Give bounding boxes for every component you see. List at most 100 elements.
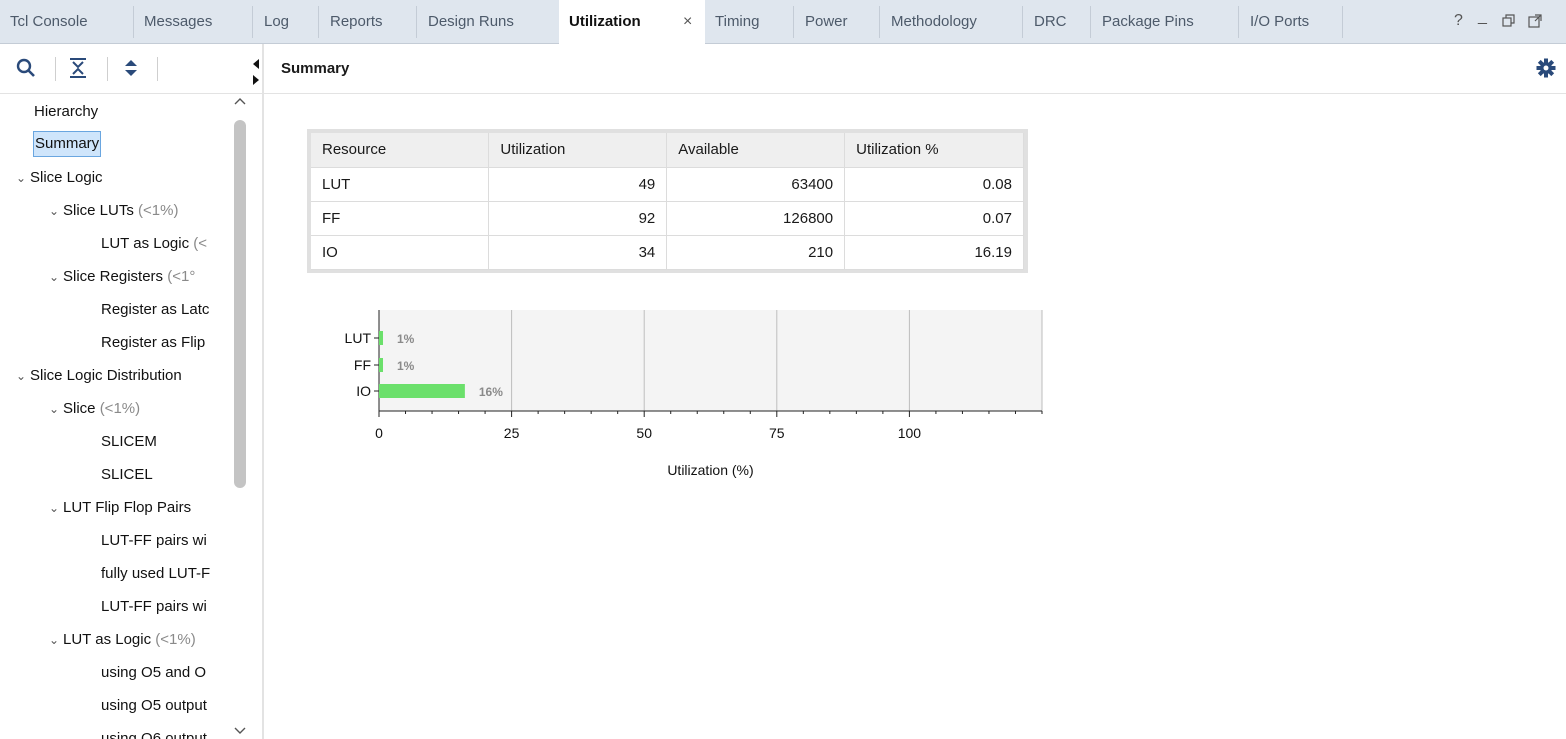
tree-item-using-o6-output[interactable]: using O6 output xyxy=(101,726,207,739)
tree-item-label: LUT-FF pairs wi xyxy=(101,532,207,549)
tree-item-slice-logic[interactable]: ⌄ Slice Logic xyxy=(16,165,103,191)
y-tick-label: IO xyxy=(356,383,371,399)
tree-item-label: LUT-FF pairs wi xyxy=(101,598,207,615)
scroll-down-icon[interactable] xyxy=(234,726,246,739)
tree-item-label: Summary xyxy=(35,135,100,152)
column-header-resource[interactable]: Resource xyxy=(311,133,490,168)
table-cell-utilization: 92 xyxy=(488,201,668,236)
table-cell-resource: LUT xyxy=(311,167,490,202)
tab-drc[interactable]: DRC xyxy=(1024,0,1067,44)
tree-item-label: LUT Flip Flop Pairs xyxy=(63,499,192,516)
tree-item-label: Slice xyxy=(63,400,96,417)
close-tab-icon[interactable]: × xyxy=(683,0,692,44)
tab-reports[interactable]: Reports xyxy=(320,0,383,44)
data-label: 16% xyxy=(479,385,503,399)
tab-package-pins[interactable]: Package Pins xyxy=(1092,0,1194,44)
bar xyxy=(379,384,465,398)
tree-item-label: SLICEL xyxy=(101,466,153,483)
tree-item-label: using O6 output xyxy=(101,730,207,739)
tree-item-slice-registers[interactable]: ⌄ Slice Registers (<1° xyxy=(49,264,195,290)
tree-item-lut-ff-pairs-1[interactable]: LUT-FF pairs wi xyxy=(101,528,207,554)
column-header-utilization[interactable]: Utilization xyxy=(488,133,668,168)
data-label: 1% xyxy=(397,332,415,346)
tab-label: Design Runs xyxy=(428,13,514,30)
tree-item-label: SLICEM xyxy=(101,433,157,450)
column-header-utilization-pct[interactable]: Utilization % xyxy=(844,133,1024,168)
tree-item-percent: (<1%) xyxy=(155,631,196,648)
scrollbar-thumb[interactable] xyxy=(234,120,246,488)
table-cell-resource: FF xyxy=(311,201,490,236)
tab-timing[interactable]: Timing xyxy=(705,0,759,44)
tree-item-hierarchy[interactable]: Hierarchy xyxy=(34,99,98,125)
panel-splitter[interactable] xyxy=(262,44,264,739)
chevron-down-icon[interactable]: ⌄ xyxy=(49,198,63,224)
tree-item-lut-as-logic-2[interactable]: ⌄ LUT as Logic (<1%) xyxy=(49,627,196,653)
tree-item-lut-ff-pairs-2[interactable]: LUT-FF pairs wi xyxy=(101,594,207,620)
tree-item-slice[interactable]: ⌄ Slice (<1%) xyxy=(49,396,140,422)
tab-methodology[interactable]: Methodology xyxy=(881,0,977,44)
tree-item-percent: (< xyxy=(193,235,208,252)
tab-io-ports[interactable]: I/O Ports xyxy=(1240,0,1309,44)
scroll-up-icon[interactable] xyxy=(234,96,246,109)
tree-item-slicel[interactable]: SLICEL xyxy=(101,462,153,488)
tab-label: Package Pins xyxy=(1102,13,1194,30)
tab-log[interactable]: Log xyxy=(254,0,289,44)
search-icon[interactable] xyxy=(16,58,36,81)
tree-item-slicem[interactable]: SLICEM xyxy=(101,429,157,455)
tree-item-percent: (<1° xyxy=(167,268,196,285)
x-tick-label: 100 xyxy=(898,425,922,441)
table-cell-utilization-pct: 16.19 xyxy=(844,235,1024,270)
chevron-down-icon[interactable]: ⌄ xyxy=(49,495,63,521)
bar xyxy=(379,331,383,345)
tab-power[interactable]: Power xyxy=(795,0,848,44)
gear-icon[interactable] xyxy=(1536,58,1556,81)
tree-item-slice-luts[interactable]: ⌄ Slice LUTs (<1%) xyxy=(49,198,178,224)
chevron-down-icon[interactable]: ⌄ xyxy=(49,396,63,422)
utilization-bar-chart: 0 25 50 75 100 LUT 1% FF 1% IO 16% Utilization (%) xyxy=(345,310,1043,478)
tree-item-lut-flip-flop-pairs[interactable]: ⌄ LUT Flip Flop Pairs xyxy=(49,495,191,521)
chevron-down-icon[interactable]: ⌄ xyxy=(49,627,63,653)
report-tree: Hierarchy Summary ⌄ Slice Logic ⌄ Slice LU… xyxy=(0,95,232,739)
chevron-down-icon[interactable]: ⌄ xyxy=(16,165,30,191)
table-cell-resource: IO xyxy=(311,235,490,270)
tab-utilization[interactable]: Utilization × xyxy=(559,0,705,45)
table-cell-available: 63400 xyxy=(666,167,846,202)
x-tick-label: 25 xyxy=(504,425,520,441)
minimize-icon[interactable]: _ xyxy=(1478,8,1487,26)
tree-item-register-as-flip-flop[interactable]: Register as Flip xyxy=(101,330,205,356)
help-icon[interactable]: ? xyxy=(1454,12,1463,30)
tab-design-runs[interactable]: Design Runs xyxy=(418,0,514,44)
tree-item-lut-as-logic[interactable]: LUT as Logic (< xyxy=(101,231,207,257)
table-row[interactable]: IO 34 210 16.19 xyxy=(311,235,1024,270)
tab-label: Log xyxy=(264,13,290,30)
chevron-down-icon[interactable]: ⌄ xyxy=(16,363,30,389)
page-title: Summary xyxy=(281,60,350,77)
expand-all-icon[interactable] xyxy=(122,58,140,81)
table-row[interactable]: LUT 49 63400 0.08 xyxy=(311,167,1024,202)
tree-item-using-o5-output[interactable]: using O5 output xyxy=(101,693,207,719)
table-cell-utilization-pct: 0.08 xyxy=(844,167,1024,202)
chevron-down-icon[interactable]: ⌄ xyxy=(49,264,63,290)
tab-tcl-console[interactable]: Tcl Console xyxy=(0,0,88,44)
restore-icon[interactable] xyxy=(1502,14,1516,33)
collapse-panel-icon[interactable] xyxy=(252,58,260,90)
tab-label: Power xyxy=(805,13,848,30)
tree-item-summary[interactable]: Summary xyxy=(33,131,102,157)
y-tick-label: FF xyxy=(354,357,371,373)
tree-item-fully-used-lut-ff[interactable]: fully used LUT-F xyxy=(101,561,210,587)
tree-item-using-o5-and-o6[interactable]: using O5 and O xyxy=(101,660,206,686)
tab-label: Messages xyxy=(144,13,213,30)
tab-label: Utilization xyxy=(569,13,641,30)
x-tick-label: 75 xyxy=(769,425,785,441)
x-axis-label: Utilization (%) xyxy=(667,462,753,478)
tree-item-label: using O5 output xyxy=(101,697,207,714)
column-header-available[interactable]: Available xyxy=(666,133,846,168)
tree-item-register-as-latch[interactable]: Register as Latc xyxy=(101,297,209,323)
collapse-all-icon[interactable] xyxy=(69,58,87,81)
tab-messages[interactable]: Messages xyxy=(134,0,212,44)
tree-item-label: Register as Latc xyxy=(101,301,210,318)
float-icon[interactable] xyxy=(1528,14,1542,33)
tree-item-label: using O5 and O xyxy=(101,664,207,681)
table-row[interactable]: FF 92 126800 0.07 xyxy=(311,201,1024,236)
tree-item-slice-logic-distribution[interactable]: ⌄ Slice Logic Distribution xyxy=(16,363,182,389)
